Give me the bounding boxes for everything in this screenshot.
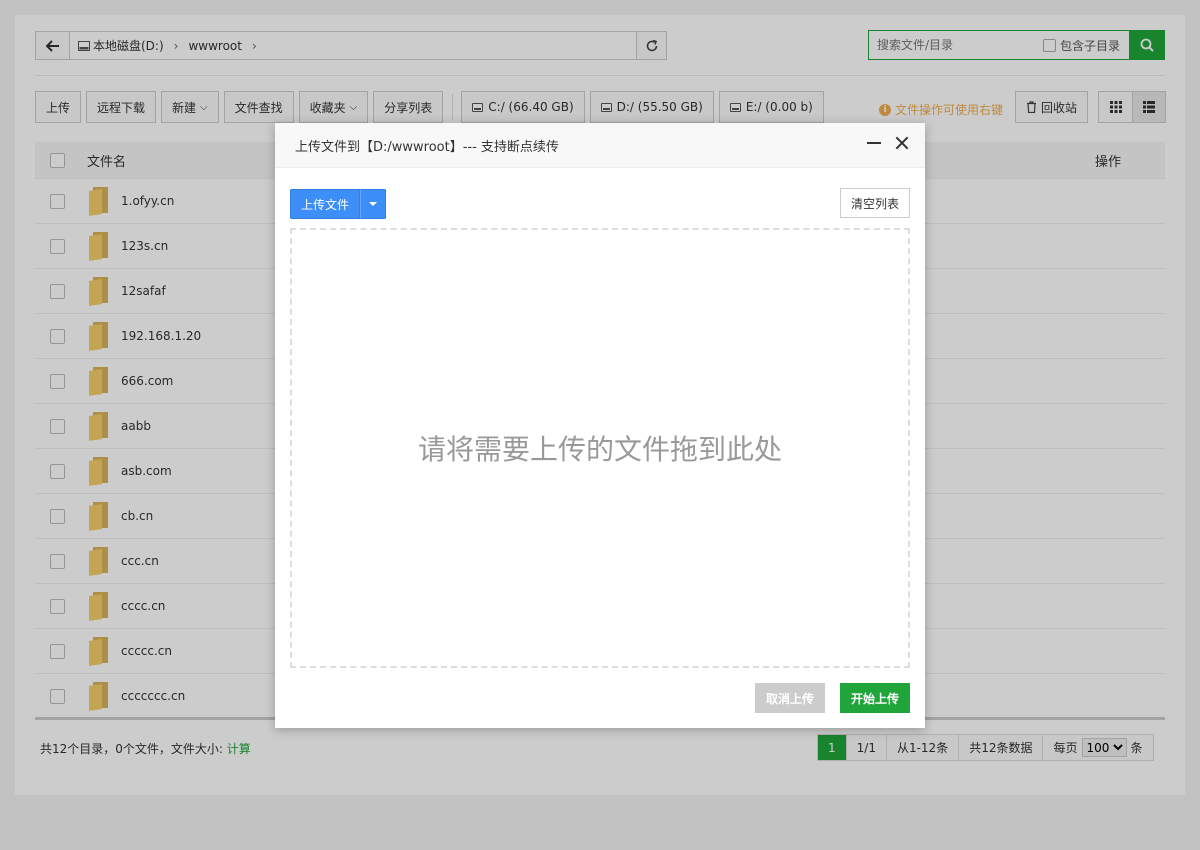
drop-zone-text: 请将需要上传的文件拖到此处 xyxy=(417,433,782,466)
close-icon[interactable] xyxy=(895,136,909,150)
caret-down-icon xyxy=(369,202,378,206)
upload-dropdown-button[interactable] xyxy=(360,189,387,219)
dialog-title: 上传文件到【D:/wwwroot】--- 支持断点续传 xyxy=(295,139,559,155)
upload-dialog: 上传文件到【D:/wwwroot】--- 支持断点续传 上传文件 清空列表 请将… xyxy=(275,123,925,728)
upload-file-button-group: 上传文件 xyxy=(290,189,387,219)
start-upload-button[interactable]: 开始上传 xyxy=(840,683,910,713)
cancel-upload-button[interactable]: 取消上传 xyxy=(755,683,825,713)
dialog-header: 上传文件到【D:/wwwroot】--- 支持断点续传 xyxy=(275,123,925,168)
drop-zone[interactable]: 请将需要上传的文件拖到此处 xyxy=(290,228,910,668)
dialog-controls xyxy=(867,136,909,150)
upload-file-button[interactable]: 上传文件 xyxy=(290,189,361,219)
minimize-icon[interactable] xyxy=(867,142,881,144)
clear-list-button[interactable]: 清空列表 xyxy=(839,188,910,218)
